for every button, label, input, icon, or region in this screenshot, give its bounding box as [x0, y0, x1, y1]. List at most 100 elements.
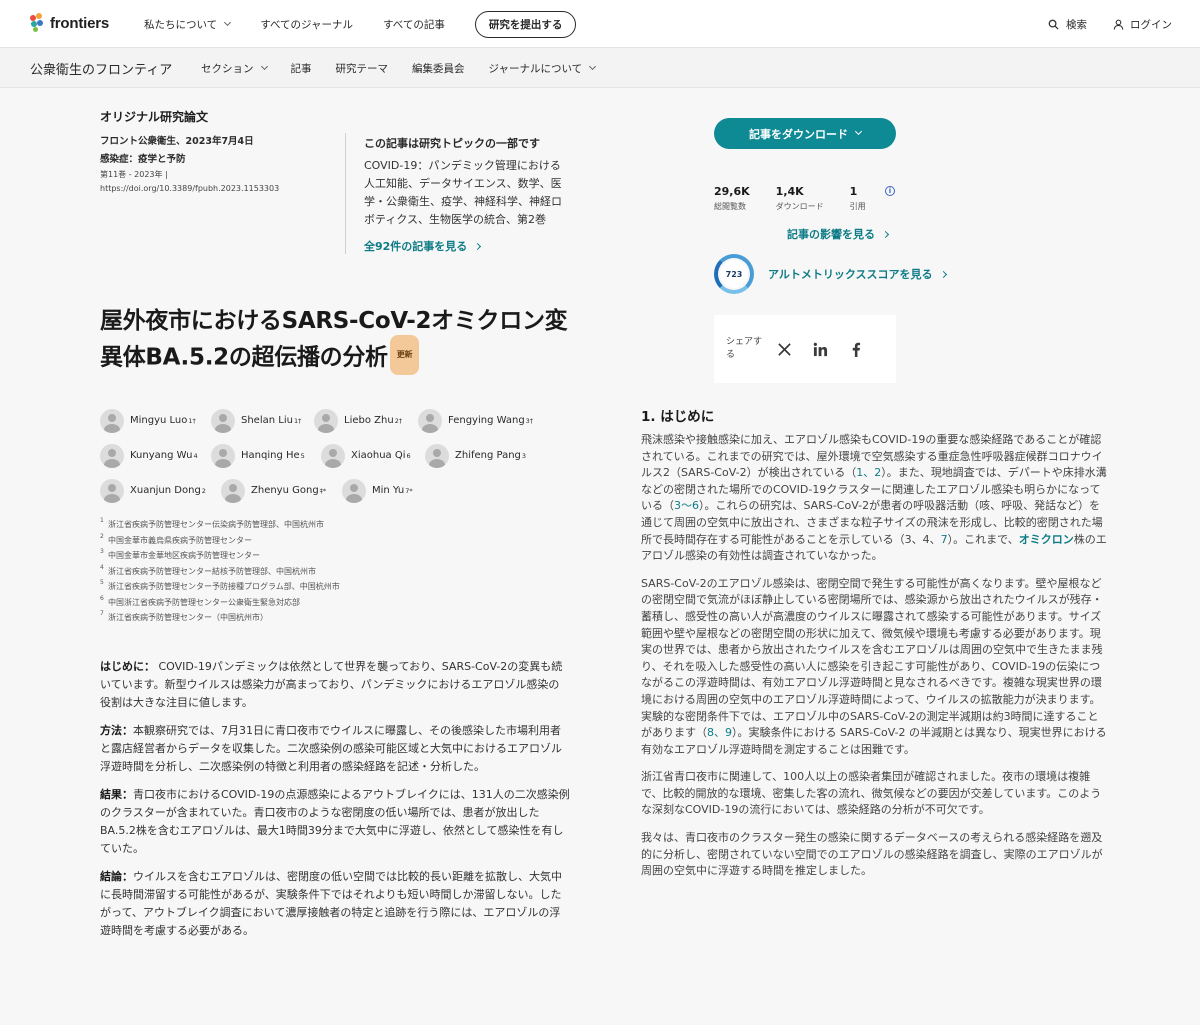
journal-title[interactable]: 公衆衛生のフロンティア [30, 59, 172, 78]
abstract-label: 方法： [100, 724, 133, 737]
abstract-label: 結論： [100, 870, 133, 883]
doi-link[interactable]: https://doi.org/10.3389/fpubh.2023.11533… [100, 184, 279, 193]
download-article-button[interactable]: 記事をダウンロード [714, 118, 896, 149]
research-topic-title[interactable]: COVID-19：パンデミック管理における人工知能、データサイエンス、数学、医学… [364, 157, 570, 229]
journal-nav-label: ジャーナルについて [488, 62, 583, 75]
main-nav: 私たちについて すべてのジャーナル すべての記事 研究を提出する [144, 0, 577, 48]
altmetric-score: 723 [720, 260, 748, 288]
author-name: Xiaohua Qi [351, 450, 406, 461]
body-text: SARS-CoV-2のエアロゾル感染は、密閉空間で発生する可能性が高くなります。… [641, 576, 1103, 740]
nav-about[interactable]: 私たちについて [144, 17, 232, 32]
journal-nav-research-topics[interactable]: 研究テーマ [336, 61, 389, 76]
affiliation-text: 浙江省疾病予防管理センター予防接種プログラム部、中国杭州市 [108, 582, 340, 591]
author-name: Zhifeng Pang [455, 450, 521, 461]
author-item[interactable]: Liebo Zhu 2† [314, 408, 418, 433]
reference-link[interactable]: 3～6 [674, 499, 699, 512]
author-item[interactable]: Hanqing He 5 [211, 443, 321, 468]
article-section[interactable]: 感染症：疫学と予防 [100, 151, 186, 165]
omicron-link[interactable]: オミクロン [1019, 533, 1074, 546]
reference-link[interactable]: 1、2 [856, 466, 881, 479]
facebook-icon[interactable] [838, 342, 874, 357]
view-all-articles-link[interactable]: 全92件の記事を見る [364, 238, 570, 254]
affiliation-text: 中国浙江省疾病予防管理センター公衆衛生緊急対応部 [108, 597, 300, 607]
nav-articles[interactable]: すべての記事 [383, 17, 445, 32]
journal-nav-articles[interactable]: 記事 [291, 61, 312, 76]
author-affiliation-mark: ‡* [319, 486, 327, 495]
reference-link[interactable]: 8、9 [707, 726, 732, 739]
body-paragraph: 浙江省青口夜市に関連して、100人以上の感染者集団が確認されました。夜市の環境は… [641, 770, 1102, 817]
author-item[interactable]: Shelan Liu 1† [211, 408, 314, 433]
submit-research-button[interactable]: 研究を提出する [474, 10, 577, 38]
author-item[interactable]: Xuanjun Dong 2 [100, 478, 221, 503]
search-button[interactable]: 検索 [1048, 17, 1087, 32]
chevron-right-icon [939, 270, 947, 278]
author-affiliation-mark: 2† [394, 416, 403, 425]
altmetric-badge[interactable]: 723 [714, 254, 754, 294]
abstract-conclusion: 結論：ウイルスを含むエアロゾルは、密閉度の低い空間では比較的長い距離を拡散し、大… [100, 868, 570, 940]
author-name: Xuanjun Dong [130, 485, 201, 496]
journal-nav-about[interactable]: ジャーナルについて [488, 61, 597, 76]
author-item[interactable]: Mingyu Luo 1† [100, 408, 211, 433]
linkedin-icon[interactable] [802, 342, 838, 357]
affiliation-item: 5 浙江省疾病予防管理センター予防接種プログラム部、中国杭州市 [100, 579, 520, 595]
author-name: Kunyang Wu [130, 450, 193, 461]
top-right-actions: 検索 ログイン [1022, 0, 1172, 48]
frontiers-logo[interactable]: frontiers [30, 13, 109, 33]
research-topic-box: この記事は研究トピックの一部です COVID-19：パンデミック管理における人工… [345, 133, 570, 254]
author-name: Mingyu Luo [130, 415, 188, 426]
affiliation-text: 中国金華市義烏県疾病予防管理センター [108, 535, 252, 545]
journal-nav-editorial-board[interactable]: 編集委員会 [412, 61, 465, 76]
avatar [211, 443, 235, 468]
author-list: Mingyu Luo 1† Shelan Liu 1† Liebo Zhu 2† Fe… [100, 403, 580, 508]
abstract-text: ウイルスを含むエアロゾルは、密閉度の低い空間では比較的長い距離を拡散し、大気中に… [100, 870, 562, 937]
nav-about-label: 私たちについて [144, 18, 218, 31]
author-affiliation-mark: 7* [405, 486, 413, 495]
avatar [100, 478, 124, 503]
journal-nav-sections[interactable]: セクション [201, 61, 268, 76]
avatar [211, 408, 235, 433]
body-paragraph: SARS-CoV-2のエアロゾル感染は、密閉空間で発生する可能性が高くなります。… [641, 576, 1109, 759]
author-item[interactable]: Min Yu 7* [342, 478, 413, 503]
brand-name: frontiers [50, 14, 110, 32]
info-icon[interactable]: i [885, 186, 895, 196]
login-button[interactable]: ログイン [1113, 17, 1172, 32]
volume-info: 第11巻 - 2023年 | [100, 170, 168, 179]
author-item[interactable]: Zhenyu Gong ‡* [221, 478, 342, 503]
altmetric-link[interactable]: アルトメトリックススコアを見る [768, 266, 947, 282]
frontiers-logo-icon [30, 13, 46, 33]
affiliation-number: 3 [100, 548, 104, 555]
journal-nav-label: セクション [201, 62, 254, 75]
author-affiliation-mark: 6 [406, 451, 411, 460]
affiliation-number: 2 [100, 532, 104, 540]
volume-doi: 第11巻 - 2023年 | https://doi.org/10.3389/f… [100, 168, 320, 196]
download-label: 記事をダウンロード [749, 127, 848, 141]
x-icon[interactable] [766, 342, 802, 357]
author-item[interactable]: Kunyang Wu 4 [100, 443, 211, 468]
nav-journals[interactable]: すべてのジャーナル [260, 17, 353, 32]
abstract-label: 結果： [100, 788, 133, 801]
view-article-impact-link[interactable]: 記事の影響を見る [787, 226, 890, 242]
affiliation-number: 1 [100, 517, 104, 524]
author-affiliation-mark: 1† [293, 416, 302, 425]
metric-label: 総閲覧数 [714, 202, 746, 211]
chevron-right-icon [474, 242, 482, 250]
abstract: はじめに： COVID-19パンデミックは依然として世界を襲っており、SARS-… [100, 658, 570, 950]
chevron-down-icon [260, 62, 268, 71]
avatar [425, 443, 449, 468]
author-affiliation-mark: 1† [188, 416, 196, 425]
abstract-results: 結果：青口夜市におけるCOVID-19の点源感染によるアウトブレイクには、131… [100, 786, 570, 858]
search-icon [1048, 19, 1059, 30]
affiliation-text: 浙江省疾病予防管理センター（中国杭州市） [108, 613, 268, 622]
author-item[interactable]: Fengying Wang 3† [418, 408, 533, 433]
author-name: Fengying Wang [448, 415, 525, 426]
abstract-text: 青口夜市におけるCOVID-19の点源感染によるアウトブレイクには、131人の二… [100, 788, 570, 855]
metric-label: 引用 [849, 202, 866, 211]
affiliation-item: 2 中国金華市義烏県疾病予防管理センター [100, 533, 520, 549]
author-affiliation-mark: 2 [201, 486, 206, 495]
affiliation-text: 浙江省疾病予防管理センター伝染病予防管理部、中国杭州市 [108, 520, 324, 529]
reference-link[interactable]: 7 [941, 533, 948, 546]
user-icon [1113, 19, 1124, 30]
author-item[interactable]: Xiaohua Qi 6 [321, 443, 425, 468]
author-name: Zhenyu Gong [251, 485, 319, 496]
author-item[interactable]: Zhifeng Pang 3 [425, 443, 526, 468]
